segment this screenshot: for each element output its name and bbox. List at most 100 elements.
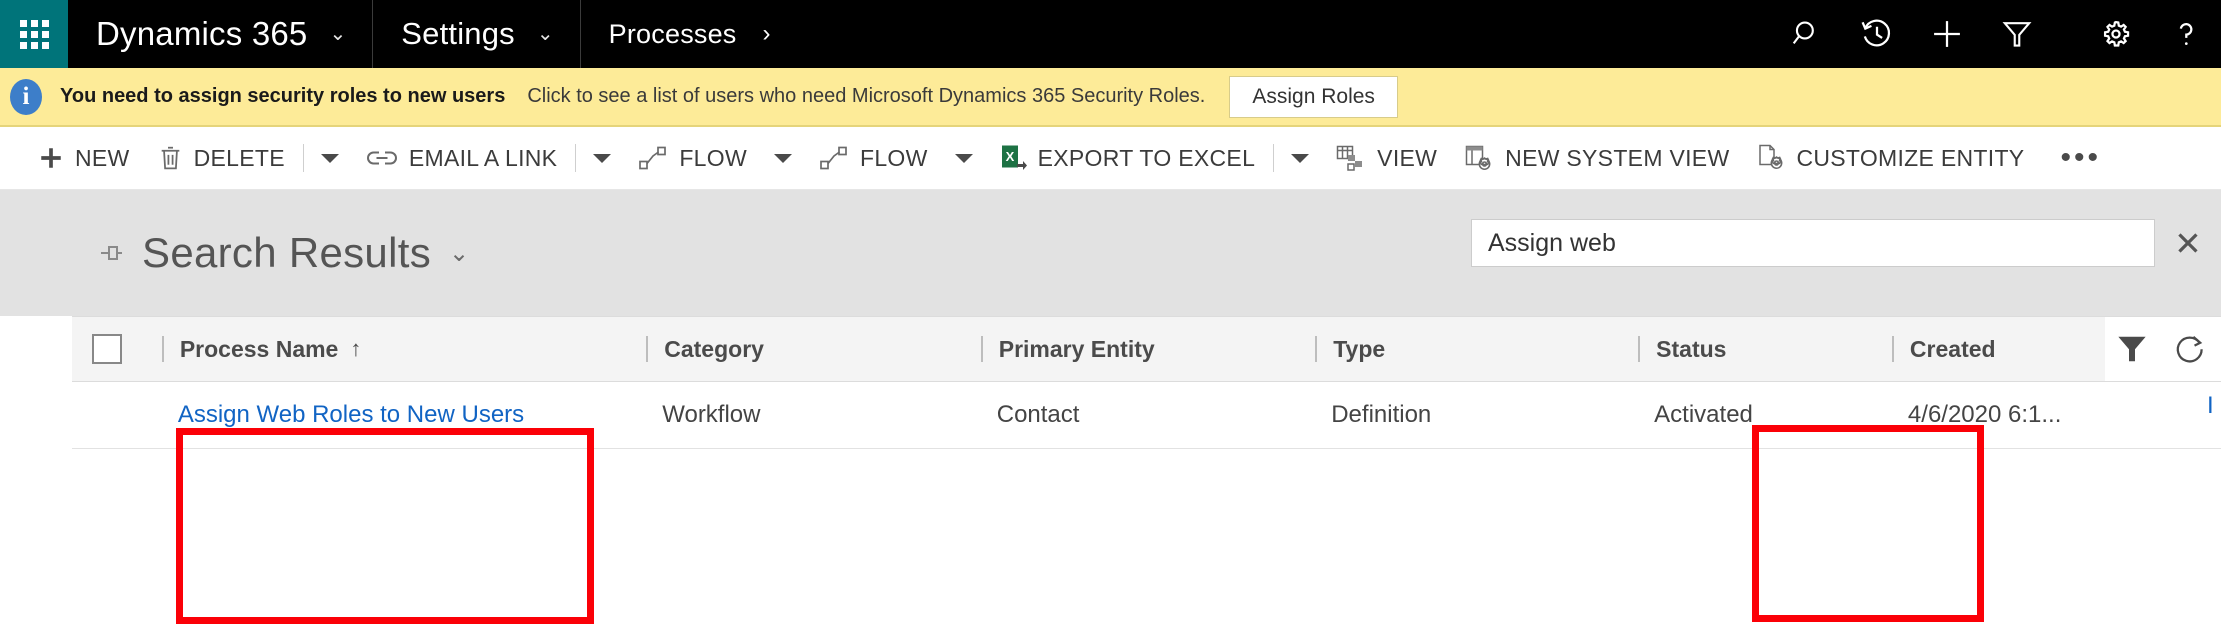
flow-dropdown-caret-1[interactable]: [761, 127, 805, 189]
column-header-process-name[interactable]: Process Name ↑: [146, 317, 630, 382]
flow-button-2[interactable]: FLOW: [805, 127, 942, 189]
plus-icon: [38, 145, 64, 171]
annotation-box-status-column: [1752, 425, 1984, 622]
process-name-link[interactable]: Assign Web Roles to New Users: [178, 401, 524, 428]
column-header-label: Type: [1333, 336, 1385, 363]
view-header: Search Results ⌄ Assign web ✕: [0, 190, 2221, 316]
area-nav-item[interactable]: Settings ⌄: [373, 0, 580, 68]
chevron-down-icon[interactable]: ⌄: [330, 24, 347, 44]
column-header-category[interactable]: Category: [630, 317, 964, 382]
column-header-primary-entity[interactable]: Primary Entity: [965, 317, 1299, 382]
command-separator: [1273, 144, 1274, 172]
assign-roles-button[interactable]: Assign Roles: [1229, 76, 1398, 118]
notification-bar: i You need to assign security roles to n…: [0, 68, 2221, 127]
link-icon: [366, 147, 398, 169]
export-to-excel-button[interactable]: X EXPORT TO EXCEL: [986, 127, 1270, 189]
top-navigation-bar: Dynamics 365 ⌄ Settings ⌄ Processes ›: [0, 0, 2221, 68]
flow-icon: [819, 145, 849, 171]
chevron-down-icon[interactable]: ⌄: [537, 24, 554, 44]
column-header-label: Primary Entity: [999, 336, 1155, 363]
column-header-type[interactable]: Type: [1299, 317, 1622, 382]
view-button[interactable]: VIEW: [1322, 127, 1451, 189]
results-grid: Process Name ↑ Category Primary Entity: [72, 316, 2221, 449]
flow-icon: [638, 145, 668, 171]
export-to-excel-label: EXPORT TO EXCEL: [1038, 145, 1256, 172]
export-to-excel-dropdown-caret[interactable]: [1278, 127, 1322, 189]
delete-button[interactable]: DELETE: [144, 127, 299, 189]
refresh-icon[interactable]: [2173, 332, 2207, 366]
sort-ascending-icon: ↑: [350, 336, 361, 362]
new-system-view-label: NEW SYSTEM VIEW: [1505, 145, 1729, 172]
new-button[interactable]: NEW: [24, 127, 144, 189]
info-icon: i: [10, 79, 42, 115]
advanced-filter-icon[interactable]: [1982, 0, 2052, 68]
results-grid-container: Process Name ↑ Category Primary Entity: [0, 316, 2221, 449]
gear-icon[interactable]: [2081, 0, 2151, 68]
select-all-header[interactable]: [72, 317, 146, 382]
table-row[interactable]: Assign Web Roles to New Users Workflow C…: [72, 382, 2221, 449]
cell-category: Workflow: [630, 382, 964, 449]
brand-label: Dynamics 365: [96, 15, 308, 53]
command-separator: [303, 144, 304, 172]
cell-process-name[interactable]: Assign Web Roles to New Users: [146, 382, 630, 449]
column-header-label: Status: [1656, 336, 1726, 363]
search-container: Assign web ✕: [1471, 219, 2221, 267]
column-divider: [1892, 336, 1894, 362]
column-divider: [1315, 336, 1317, 362]
column-divider: [981, 336, 983, 362]
email-a-link-button[interactable]: EMAIL A LINK: [352, 127, 571, 189]
column-header-status[interactable]: Status: [1622, 317, 1876, 382]
new-label: NEW: [75, 145, 130, 172]
entity-label: Processes: [609, 19, 737, 50]
search-input-value: Assign web: [1488, 229, 1616, 258]
new-system-view-button[interactable]: NEW SYSTEM VIEW: [1451, 127, 1743, 189]
cell-primary-entity: Contact: [965, 382, 1299, 449]
app-launcher-button[interactable]: [0, 0, 68, 68]
clear-search-icon[interactable]: ✕: [2155, 219, 2221, 267]
cell-created: 4/6/2020 6:1...: [1876, 382, 2221, 449]
nav-icon-group: [1772, 0, 2221, 68]
flow-dropdown-caret-2[interactable]: [942, 127, 986, 189]
column-divider: [162, 336, 164, 362]
view-label: VIEW: [1377, 145, 1437, 172]
column-divider: [1638, 336, 1640, 362]
help-icon[interactable]: [2151, 0, 2221, 68]
view-selector-chevron-down-icon[interactable]: ⌄: [449, 239, 469, 268]
recent-history-icon[interactable]: [1842, 0, 1912, 68]
search-input[interactable]: Assign web: [1471, 219, 2155, 267]
customize-entity-label: CUSTOMIZE ENTITY: [1796, 145, 2024, 172]
delete-dropdown-caret[interactable]: [308, 127, 352, 189]
waffle-icon: [20, 20, 49, 49]
customize-entity-icon: [1757, 144, 1785, 172]
column-header-label: Category: [664, 336, 764, 363]
email-a-link-dropdown-caret[interactable]: [580, 127, 624, 189]
column-header-label: Process Name: [180, 336, 339, 363]
quick-create-icon[interactable]: [1912, 0, 1982, 68]
trash-icon: [158, 145, 183, 172]
select-all-checkbox[interactable]: [92, 334, 122, 364]
flow-button-1[interactable]: FLOW: [624, 127, 761, 189]
view-grid-icon: [1336, 145, 1366, 172]
cell-type: Definition: [1299, 382, 1622, 449]
search-icon[interactable]: [1772, 0, 1842, 68]
command-overflow-button[interactable]: •••: [2038, 127, 2123, 189]
notification-title: You need to assign security roles to new…: [60, 85, 505, 108]
pin-icon[interactable]: [96, 242, 124, 264]
next-row-link-truncated: I: [2207, 392, 2219, 420]
cell-status: Activated: [1622, 382, 1876, 449]
entity-nav-item[interactable]: Processes ›: [581, 0, 797, 68]
brand-nav-item[interactable]: Dynamics 365 ⌄: [68, 0, 373, 68]
filter-icon[interactable]: [2115, 334, 2149, 364]
flow-label-2: FLOW: [860, 145, 928, 172]
flow-label-1: FLOW: [679, 145, 747, 172]
new-system-view-icon: [1465, 145, 1494, 172]
customize-entity-button[interactable]: CUSTOMIZE ENTITY: [1743, 127, 2038, 189]
chevron-right-icon[interactable]: ›: [763, 20, 771, 48]
column-divider: [646, 336, 648, 362]
excel-icon: X: [1000, 144, 1027, 173]
view-title: Search Results: [142, 229, 431, 277]
row-select-cell[interactable]: [72, 382, 146, 449]
nav-spacer: [797, 0, 1772, 68]
command-separator: [575, 144, 576, 172]
email-a-link-label: EMAIL A LINK: [409, 145, 557, 172]
